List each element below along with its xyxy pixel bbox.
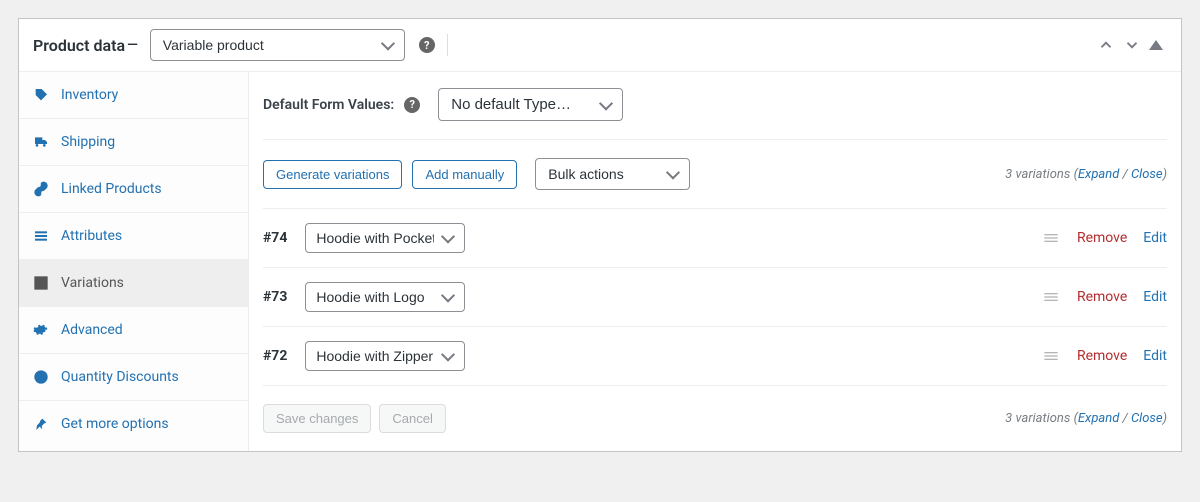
default-form-select[interactable]: No default Type… <box>438 88 623 121</box>
drag-handle-icon[interactable] <box>1043 232 1059 244</box>
edit-link[interactable]: Edit <box>1143 348 1167 364</box>
gear-icon <box>33 322 49 338</box>
tab-attributes[interactable]: Attributes <box>19 213 248 260</box>
variations-meta: 3 variations (Expand / Close) <box>1005 167 1167 182</box>
edit-link[interactable]: Edit <box>1143 289 1167 305</box>
drag-handle-icon[interactable] <box>1043 291 1059 303</box>
tab-shipping[interactable]: Shipping <box>19 119 248 166</box>
save-changes-button[interactable]: Save changes <box>263 404 371 433</box>
variation-id: #74 <box>263 230 287 246</box>
remove-link[interactable]: Remove <box>1077 348 1127 364</box>
help-icon[interactable]: ? <box>404 97 420 113</box>
drag-handle-icon[interactable] <box>1043 350 1059 362</box>
tab-label: Advanced <box>61 322 123 338</box>
variation-type-select[interactable]: Hoodie with Zipper <box>305 341 465 371</box>
collapse-down-button[interactable] <box>1119 32 1145 58</box>
remove-link[interactable]: Remove <box>1077 289 1127 305</box>
variations-toolbar: Generate variations Add manually Bulk ac… <box>263 139 1167 190</box>
edit-link[interactable]: Edit <box>1143 230 1167 246</box>
list-icon <box>33 228 49 244</box>
tab-label: Attributes <box>61 228 122 244</box>
variation-type-wrap: Hoodie with Pocket <box>305 223 465 253</box>
tab-label: Variations <box>61 275 124 291</box>
variations-list: #74 Hoodie with Pocket Remove Edit #73 Hoodie… <box>263 208 1167 385</box>
tab-advanced[interactable]: Advanced <box>19 307 248 354</box>
variation-type-select[interactable]: Hoodie with Pocket <box>305 223 465 253</box>
default-form-row: Default Form Values: ? No default Type… <box>263 88 1167 121</box>
variation-id: #72 <box>263 348 287 364</box>
tab-variations[interactable]: Variations <box>19 260 248 307</box>
tab-label: Quantity Discounts <box>61 369 179 385</box>
generate-variations-button[interactable]: Generate variations <box>263 160 402 189</box>
default-form-label: Default Form Values: <box>263 97 394 113</box>
default-form-select-wrap: No default Type… <box>438 88 623 121</box>
tab-linked[interactable]: Linked Products <box>19 166 248 213</box>
variation-row[interactable]: #73 Hoodie with Logo Remove Edit <box>263 267 1167 326</box>
truck-icon <box>33 134 49 150</box>
tab-more[interactable]: Get more options <box>19 401 248 447</box>
variation-type-wrap: Hoodie with Zipper <box>305 341 465 371</box>
title-dash: — <box>127 37 138 53</box>
grid-icon <box>33 275 49 291</box>
link-icon <box>33 181 49 197</box>
variation-id: #73 <box>263 289 287 305</box>
panel-toggle-button[interactable] <box>1145 36 1167 54</box>
variations-count: 3 variations <box>1005 411 1070 426</box>
panel-header: Product data — Variable product ? <box>19 19 1181 72</box>
cancel-button[interactable]: Cancel <box>379 404 445 433</box>
tab-discounts[interactable]: Quantity Discounts <box>19 354 248 401</box>
variation-row[interactable]: #72 Hoodie with Zipper Remove Edit <box>263 326 1167 385</box>
tab-inventory[interactable]: Inventory <box>19 72 248 119</box>
tabs-sidebar: Inventory Shipping Linked Products Attribut… <box>19 72 249 451</box>
product-type-select[interactable]: Variable product <box>150 29 405 61</box>
close-link[interactable]: Close <box>1131 167 1163 182</box>
variations-content: Default Form Values: ? No default Type… … <box>249 72 1181 451</box>
panel-title: Product data <box>33 36 125 55</box>
header-separator <box>447 34 448 56</box>
product-data-panel: Product data — Variable product ? Invent… <box>18 18 1182 452</box>
help-icon[interactable]: ? <box>419 37 435 53</box>
tab-label: Linked Products <box>61 181 162 197</box>
tab-label: Inventory <box>61 87 118 103</box>
pin-icon <box>33 416 49 432</box>
close-link[interactable]: Close <box>1131 411 1163 426</box>
dollar-icon <box>33 369 49 385</box>
tag-icon <box>33 87 49 103</box>
variations-count: 3 variations <box>1005 167 1070 182</box>
variation-type-wrap: Hoodie with Logo <box>305 282 465 312</box>
expand-link[interactable]: Expand <box>1078 411 1119 426</box>
remove-link[interactable]: Remove <box>1077 230 1127 246</box>
variation-row[interactable]: #74 Hoodie with Pocket Remove Edit <box>263 208 1167 267</box>
variations-meta-footer: 3 variations (Expand / Close) <box>1005 411 1167 426</box>
variations-footer: Save changes Cancel 3 variations (Expand… <box>263 385 1167 433</box>
add-manually-button[interactable]: Add manually <box>412 160 517 189</box>
product-type-select-wrap: Variable product <box>150 29 405 61</box>
variation-type-select[interactable]: Hoodie with Logo <box>305 282 465 312</box>
expand-link[interactable]: Expand <box>1078 167 1119 182</box>
collapse-up-button[interactable] <box>1093 32 1119 58</box>
bulk-actions-select[interactable]: Bulk actions <box>535 158 690 190</box>
bulk-actions-wrap: Bulk actions <box>535 158 690 190</box>
tab-label: Shipping <box>61 134 115 150</box>
tab-label: Get more options <box>61 416 169 432</box>
